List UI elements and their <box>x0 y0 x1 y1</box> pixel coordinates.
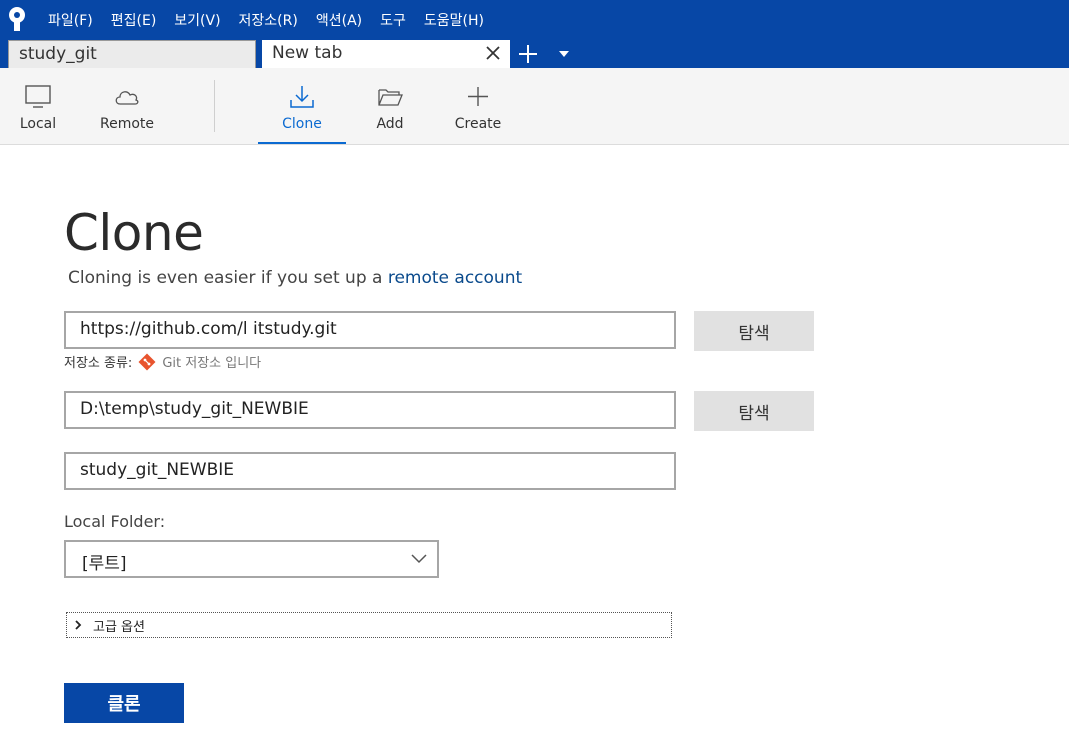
chevron-right-icon <box>75 620 82 630</box>
clone-tab[interactable]: Clone <box>258 68 346 144</box>
menu-edit[interactable]: 편집(E) <box>111 10 157 30</box>
monitor-icon <box>25 85 51 108</box>
local-button[interactable]: Local <box>8 68 68 144</box>
menu-actions[interactable]: 액션(A) <box>316 10 362 30</box>
subtitle: Cloning is even easier if you set up a r… <box>68 268 522 288</box>
toolbar: Local Remote Clone Add Create <box>0 68 1069 145</box>
local-folder-label: Local Folder: <box>64 512 166 531</box>
source-url-input[interactable]: https://github.com/l itstudy.git <box>64 311 676 349</box>
subtitle-text: Cloning is even easier if you set up a <box>68 268 388 288</box>
clone-label: Clone <box>282 116 322 132</box>
chevron-down-icon[interactable] <box>558 50 570 58</box>
tab-label: New tab <box>272 43 343 63</box>
local-folder-select[interactable]: [루트] <box>64 540 439 578</box>
menu-view[interactable]: 보기(V) <box>174 10 220 30</box>
local-label: Local <box>19 116 57 132</box>
sourcetree-logo-icon[interactable] <box>6 6 28 32</box>
add-label: Add <box>376 116 404 132</box>
download-icon <box>290 86 314 108</box>
repository-name-input[interactable]: study_git_NEWBIE <box>64 452 676 490</box>
menu-help[interactable]: 도움말(H) <box>424 10 484 30</box>
tab-study-git[interactable]: study_git <box>8 40 256 68</box>
local-folder-value: [루트] <box>82 554 127 574</box>
menu-tools[interactable]: 도구 <box>380 10 406 30</box>
chevron-down-icon <box>411 554 427 564</box>
tab-new-tab[interactable]: New tab <box>262 40 510 68</box>
menu-items: 파일(F) 편집(E) 보기(V) 저장소(R) 액션(A) 도구 도움말(H) <box>48 10 502 30</box>
browse-source-button[interactable]: 탐색 <box>694 311 814 351</box>
advanced-options-expander[interactable]: 고급 옵션 <box>66 612 672 638</box>
repo-type-label: 저장소 종류: <box>64 356 133 371</box>
menu-repository[interactable]: 저장소(R) <box>239 10 298 30</box>
remote-button[interactable]: Remote <box>92 68 162 144</box>
menu-file[interactable]: 파일(F) <box>48 10 93 30</box>
browse-destination-button[interactable]: 탐색 <box>694 391 814 431</box>
create-tab[interactable]: Create <box>448 68 508 144</box>
advanced-options-label: 고급 옵션 <box>93 619 145 635</box>
add-tab-icon[interactable] <box>518 44 538 64</box>
menu-bar: 파일(F) 편집(E) 보기(V) 저장소(R) 액션(A) 도구 도움말(H) <box>0 0 1069 38</box>
repo-type-info: 저장소 종류: Git 저장소 입니다 <box>64 352 261 371</box>
plus-icon <box>468 87 488 106</box>
destination-path-input[interactable]: D:\temp\study_git_NEWBIE <box>64 391 676 429</box>
add-tab[interactable]: Add <box>360 68 420 144</box>
remote-account-link[interactable]: remote account <box>388 268 522 288</box>
git-icon <box>138 353 156 370</box>
close-icon[interactable] <box>484 44 502 62</box>
tab-label: study_git <box>19 44 97 64</box>
toolbar-divider <box>214 80 215 132</box>
clone-button[interactable]: 클론 <box>64 683 184 723</box>
remote-label: Remote <box>99 116 155 132</box>
page-title: Clone <box>64 204 204 262</box>
cloud-icon <box>115 91 139 105</box>
repo-type-value: Git 저장소 입니다 <box>162 356 262 371</box>
create-label: Create <box>454 116 502 132</box>
tab-strip: study_git New tab <box>0 38 1069 68</box>
folder-open-icon <box>378 89 403 106</box>
